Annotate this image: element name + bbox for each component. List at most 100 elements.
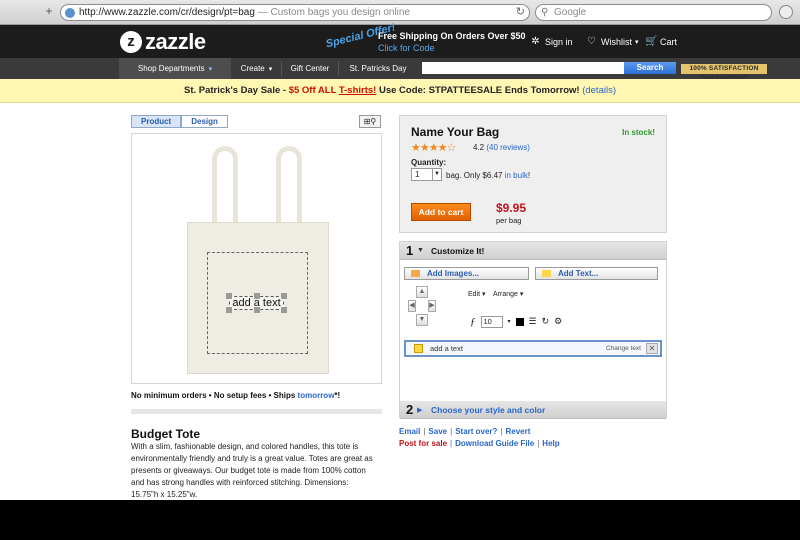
resize-handle[interactable] (254, 293, 260, 299)
add-images-button[interactable]: Add Images... (404, 267, 529, 280)
page-content: Product Design ⊞⚲ add a text No minimum … (0, 103, 800, 500)
resize-handle[interactable] (226, 307, 232, 313)
arrow-up-icon[interactable]: ▲ (416, 286, 428, 298)
revert-link[interactable]: Revert (506, 427, 531, 436)
guarantee-badge: 100% SATISFACTION GUARANTEED (681, 64, 767, 82)
chevron-down-icon: ▼ (432, 169, 441, 180)
browser-search-field[interactable]: ⚲ Google (535, 4, 772, 21)
arrange-menu[interactable]: Arrange ▾ (493, 290, 523, 298)
reload-icon[interactable]: ↻ (516, 5, 525, 20)
price-unit: per bag (496, 216, 522, 225)
email-link[interactable]: Email (399, 427, 420, 436)
site-search-input[interactable] (422, 62, 624, 74)
sign-in-link[interactable]: ✲ Sign in (530, 36, 573, 47)
shipping-promo[interactable]: Free Shipping On Orders Over $50 Click f… (378, 31, 526, 53)
logo-icon: z (120, 31, 142, 53)
promo-offer: $5 Off ALL (288, 85, 339, 96)
post-for-sale-link[interactable]: Post for sale (399, 439, 447, 448)
quantity-select[interactable]: 1 ▼ (411, 168, 442, 181)
nav-st-patricks[interactable]: St. Patricks Day (340, 58, 416, 79)
action-links: Email | Save | Start over? | Revert Post for s… (399, 427, 560, 448)
site-header: z zazzle Special Offer! Free Shipping On… (0, 22, 800, 58)
resize-handle[interactable] (281, 307, 287, 313)
resize-handle[interactable] (254, 307, 260, 313)
address-bar[interactable]: http://www.zazzle.com/cr/design/pt=bag —… (60, 4, 530, 21)
nav-label: St. Patricks Day (349, 64, 407, 73)
price: $9.95 (496, 201, 527, 215)
text-layer-icon (414, 344, 423, 353)
customize-panel: 1 ▼ Customize It! Add Images... Add Text… (399, 241, 667, 419)
promo-tshirts-link[interactable]: T-shirts! (339, 85, 376, 96)
click-for-code-link[interactable]: Click for Code (378, 43, 526, 53)
nav-label: Create (240, 64, 265, 73)
font-size-select[interactable]: 10 (480, 315, 503, 328)
browser-menu-button[interactable] (779, 5, 793, 19)
ship-note-end: *! (334, 391, 341, 400)
font-icon[interactable]: ƒ (470, 316, 476, 328)
wishlist-label: Wishlist (601, 36, 632, 47)
product-title: Budget Tote (131, 427, 201, 441)
rating-value: 4.2 (473, 143, 485, 152)
chevron-down-icon: ▾ (268, 66, 273, 73)
chevron-down-icon: ▾ (635, 38, 639, 46)
zoom-button[interactable]: ⊞⚲ (359, 115, 381, 128)
settings-icon[interactable]: ⚙ (554, 316, 562, 327)
nav-create[interactable]: Create ▾ (233, 58, 280, 79)
resize-handle[interactable] (281, 293, 287, 299)
arrow-left-icon[interactable]: ◀ (408, 300, 416, 312)
edit-label: Edit (468, 291, 481, 298)
quantity-value: 1 (415, 170, 420, 179)
wishlist-link[interactable]: ♡ Wishlist ▾ (586, 36, 639, 47)
reviews-link[interactable]: (40 reviews) (486, 143, 530, 152)
step-1-header[interactable]: 1 ▼ Customize It! (400, 242, 666, 260)
change-text-link[interactable]: Change text (606, 345, 641, 352)
move-dpad: ▲ ◀ ▶ ▼ (408, 286, 436, 332)
promo-lead: St. Patrick's Day Sale - (184, 85, 289, 96)
add-bookmark-button[interactable]: + (42, 5, 56, 19)
zazzle-logo[interactable]: z zazzle (120, 29, 206, 55)
nav-shop-departments[interactable]: Shop Departments ▾ (119, 58, 231, 79)
step-2-header[interactable]: 2 ▶ Choose your style and color (400, 401, 666, 419)
cart-icon: 🛒 (645, 36, 658, 47)
bulk-end: ! (527, 171, 531, 180)
cart-link[interactable]: 🛒 Cart (645, 36, 677, 47)
edit-menu[interactable]: Edit ▾ (468, 290, 486, 298)
save-link[interactable]: Save (428, 427, 447, 436)
rating-summary: 4.2 (40 reviews) (473, 143, 530, 152)
help-link[interactable]: Help (542, 439, 559, 448)
stock-status: In stock! (622, 128, 655, 137)
chevron-down-icon: ▾ (208, 66, 213, 73)
window-bottom (0, 500, 800, 540)
tab-product[interactable]: Product (131, 115, 182, 128)
heart-icon: ♡ (587, 36, 596, 47)
close-icon[interactable]: ✕ (646, 343, 658, 354)
resize-handle[interactable] (226, 293, 232, 299)
add-text-button[interactable]: Add Text... (535, 267, 658, 280)
rotate-icon[interactable]: ↻ (542, 316, 550, 327)
chevron-down-icon: ▾ (507, 319, 511, 325)
search-button[interactable]: Search (624, 62, 676, 74)
start-over-link[interactable]: Start over? (455, 427, 497, 436)
arrow-down-icon[interactable]: ▼ (416, 314, 428, 326)
shipping-note: No minimum orders • No setup fees • Ship… (131, 391, 340, 400)
magnifier-icon: ⊞⚲ (363, 117, 377, 126)
product-name: Name Your Bag (411, 125, 500, 139)
align-icon[interactable]: ☰ (529, 316, 537, 327)
nav-gift-center[interactable]: Gift Center (282, 58, 338, 79)
bulk-note: bag. Only $6.47 in bulk! (446, 171, 530, 180)
tab-design[interactable]: Design (181, 115, 228, 128)
arrow-right-icon[interactable]: ▶ (428, 300, 436, 312)
layer-row[interactable]: add a text Change text ✕ (404, 340, 662, 357)
cart-label: Cart (660, 36, 678, 47)
download-guide-link[interactable]: Download Guide File (455, 439, 534, 448)
promo-details-link[interactable]: (details) (582, 85, 616, 96)
add-to-cart-button[interactable]: Add to cart (411, 203, 471, 221)
promo-banner: St. Patrick's Day Sale - $5 Off ALL T-sh… (0, 79, 800, 103)
ship-tomorrow-link[interactable]: tomorrow (298, 391, 335, 400)
sign-in-label: Sign in (545, 36, 573, 47)
quantity-label: Quantity: (411, 158, 447, 167)
format-toolbar: ƒ 10 ▾ ☰ ↻ ⚙ (470, 315, 567, 328)
star-rating: ★★★★☆ (411, 142, 456, 154)
bulk-link[interactable]: in bulk (505, 171, 528, 180)
text-color-swatch[interactable] (515, 317, 524, 326)
